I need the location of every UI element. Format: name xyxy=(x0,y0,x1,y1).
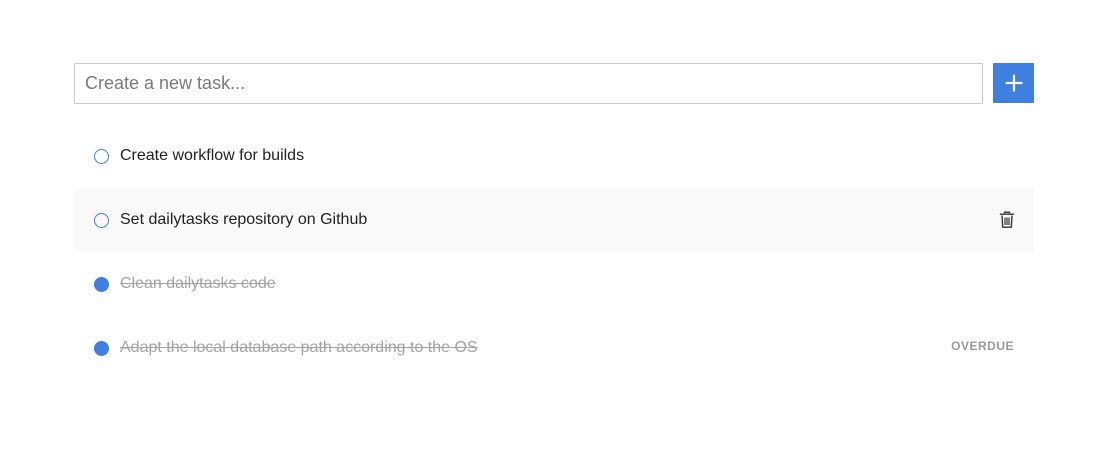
task-status-toggle[interactable] xyxy=(94,341,109,356)
task-label: Clean dailytasks code xyxy=(120,275,276,292)
task-item[interactable]: Create workflow for builds xyxy=(74,124,1034,188)
task-item[interactable]: Clean dailytasks code xyxy=(74,252,1034,316)
overdue-badge: OVERDUE xyxy=(951,339,1014,353)
task-label: Create workflow for builds xyxy=(120,147,305,164)
new-task-form xyxy=(74,63,1034,104)
trash-icon xyxy=(999,211,1015,228)
task-status-toggle[interactable] xyxy=(94,149,109,164)
task-list: Create workflow for builds Set dailytask… xyxy=(74,124,1034,380)
plus-icon xyxy=(1004,74,1023,92)
delete-task-button[interactable] xyxy=(999,211,1015,229)
task-item[interactable]: Adapt the local database path according … xyxy=(74,316,1034,380)
task-status-toggle[interactable] xyxy=(94,213,109,228)
task-item[interactable]: Set dailytasks repository on Github xyxy=(74,188,1034,252)
add-task-button[interactable] xyxy=(993,63,1034,103)
new-task-input[interactable] xyxy=(74,63,983,104)
task-label: Adapt the local database path according … xyxy=(120,339,478,356)
task-app: Create workflow for builds Set dailytask… xyxy=(0,0,1111,459)
task-status-toggle[interactable] xyxy=(94,277,109,292)
task-label: Set dailytasks repository on Github xyxy=(120,211,368,228)
